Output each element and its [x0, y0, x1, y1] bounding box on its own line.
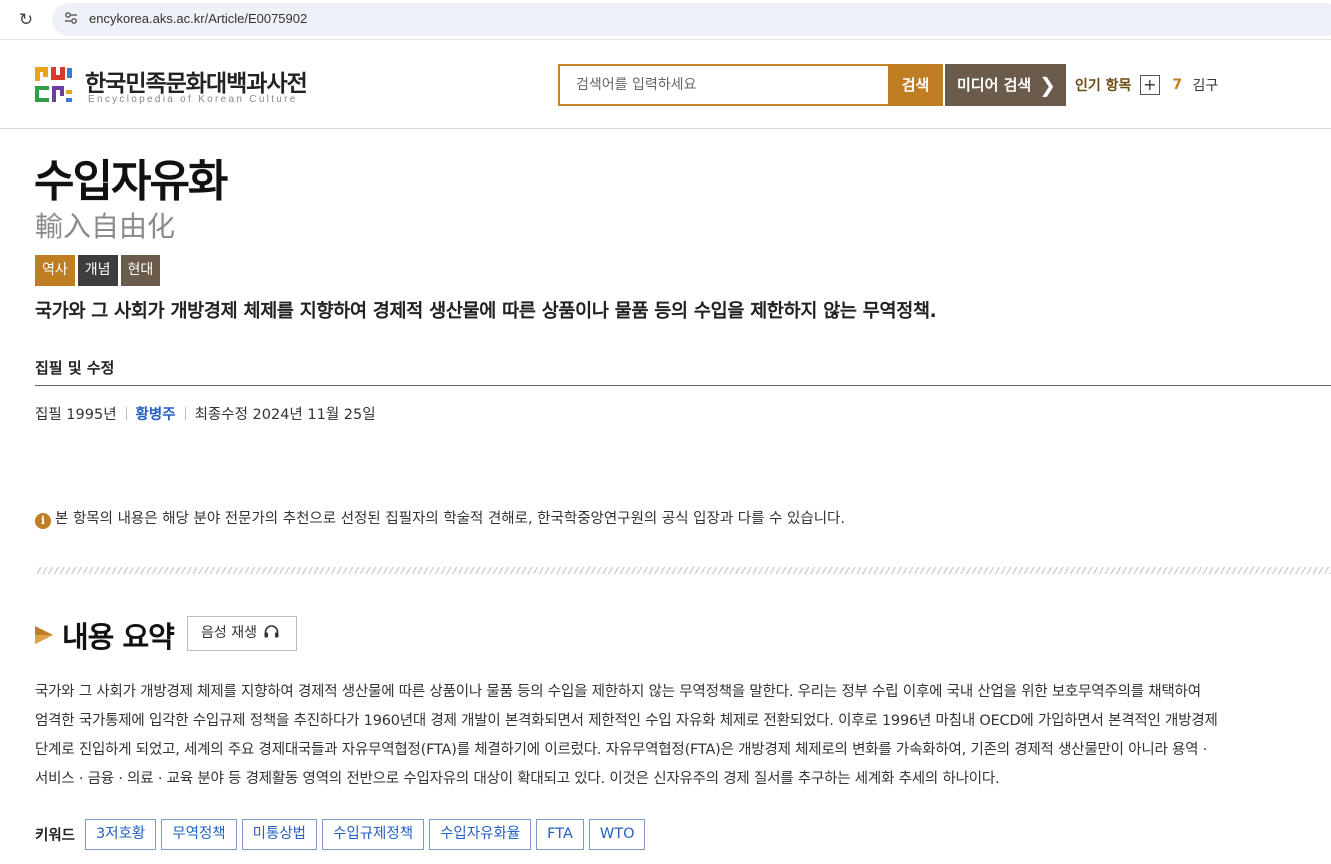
headphone-icon [264, 625, 279, 638]
popular-rank: 7 [1172, 77, 1183, 93]
tag-modern[interactable]: 현대 [120, 255, 161, 286]
logo-subtitle: Encyclopedia of Korean Culture [88, 94, 298, 105]
author-link[interactable]: 황병주 [136, 407, 176, 423]
separator [184, 407, 186, 420]
writer-info: 집필 1995년 황병주 최종수정 2024년 11월 25일 [35, 403, 376, 424]
writer-heading: 집필 및 수정 [35, 359, 115, 377]
keyword-tag[interactable]: 수입규제정책 [322, 819, 425, 850]
tag-history[interactable]: 역사 [35, 255, 75, 286]
hatched-divider [35, 567, 1331, 574]
keyword-tag[interactable]: 3저호황 [85, 819, 157, 850]
popular-label: 인기 항목 [1075, 78, 1132, 94]
site-header: 한국민족문화대백과사전 Encyclopedia of Korean Cultu… [0, 41, 1331, 129]
summary-line: 국가와 그 사회가 개방경제 체제를 지향하여 경제적 생산물에 따른 상품이나… [35, 684, 1201, 700]
keywords: 키워드 3저호황 무역정책 미통상법 수입규제정책 수입자유화율 FTA WTO [35, 819, 650, 851]
url-text[interactable]: encykorea.aks.ac.kr/Article/E0075902 [89, 11, 307, 26]
logo-icon[interactable] [34, 66, 74, 104]
keyword-tag[interactable]: 수입자유화율 [429, 819, 532, 850]
summary-line: 엄격한 국가통제에 입각한 수입규제 정책을 추진하다가 1960년대 경제 개… [35, 713, 1218, 729]
written-year: 집필 1995년 [35, 407, 117, 423]
reload-icon[interactable]: ↻ [14, 8, 38, 32]
audio-play-label: 음성 재생 [201, 625, 257, 641]
logo-title[interactable]: 한국민족문화대백과사전 [85, 64, 308, 98]
disclaimer-notice: i본 항목의 내용은 해당 분야 전문가의 추천으로 선정된 집필자의 학술적 … [35, 507, 845, 529]
summary-body: 국가와 그 사회가 개방경제 체제를 지향하여 경제적 생산물에 따른 상품이나… [35, 678, 1325, 794]
media-search-label: 미디어 검색 [957, 76, 1032, 94]
keyword-tag[interactable]: 미통상법 [241, 819, 318, 850]
address-bar[interactable]: encykorea.aks.ac.kr/Article/E0075902 [52, 3, 1331, 36]
summary-line: 단계로 진입하게 되었고, 세계의 주요 경제대국들과 자유무역협정(FTA)를… [35, 742, 1208, 758]
summary-title: 내용 요약 [62, 620, 175, 654]
keyword-tag[interactable]: 무역정책 [161, 819, 237, 850]
site-info-icon[interactable] [62, 10, 80, 28]
popular-items: 인기 항목 + 7 김구 [1075, 75, 1218, 97]
media-search-button[interactable]: 미디어 검색 ❯ [945, 64, 1066, 106]
article-definition: 국가와 그 사회가 개방경제 체제를 지향하여 경제적 생산물에 따른 상품이나… [35, 301, 937, 322]
article-title: 수입자유화 [34, 156, 228, 207]
search-input[interactable] [560, 66, 886, 104]
last-modified: 최종수정 2024년 11월 25일 [194, 407, 376, 423]
chevron-right-icon: ❯ [1039, 73, 1056, 97]
keyword-tag[interactable]: WTO [588, 819, 646, 850]
play-icon [35, 626, 53, 644]
search-button[interactable]: 검색 [888, 64, 943, 106]
keyword-tag[interactable]: FTA [536, 819, 584, 850]
summary-line: 서비스 · 금융 · 의료 · 교육 분야 등 경제활동 영역의 전반으로 수입… [35, 771, 1000, 787]
audio-play-button[interactable]: 음성 재생 [187, 616, 297, 651]
browser-toolbar: ↻ encykorea.aks.ac.kr/Article/E0075902 [0, 0, 1331, 40]
article-hanja: 輸入自由化 [35, 210, 176, 243]
search-form: 검색 [558, 64, 943, 106]
divider [35, 385, 1331, 386]
disclaimer-text: 본 항목의 내용은 해당 분야 전문가의 추천으로 선정된 집필자의 학술적 견… [55, 511, 845, 527]
tag-concept[interactable]: 개념 [77, 255, 118, 286]
popular-item-link[interactable]: 김구 [1193, 75, 1219, 95]
keywords-label: 키워드 [35, 828, 76, 844]
plus-icon[interactable]: + [1139, 75, 1160, 95]
category-tags: 역사 개념 현대 [35, 255, 163, 286]
separator [125, 407, 127, 420]
info-icon: i [35, 513, 51, 529]
